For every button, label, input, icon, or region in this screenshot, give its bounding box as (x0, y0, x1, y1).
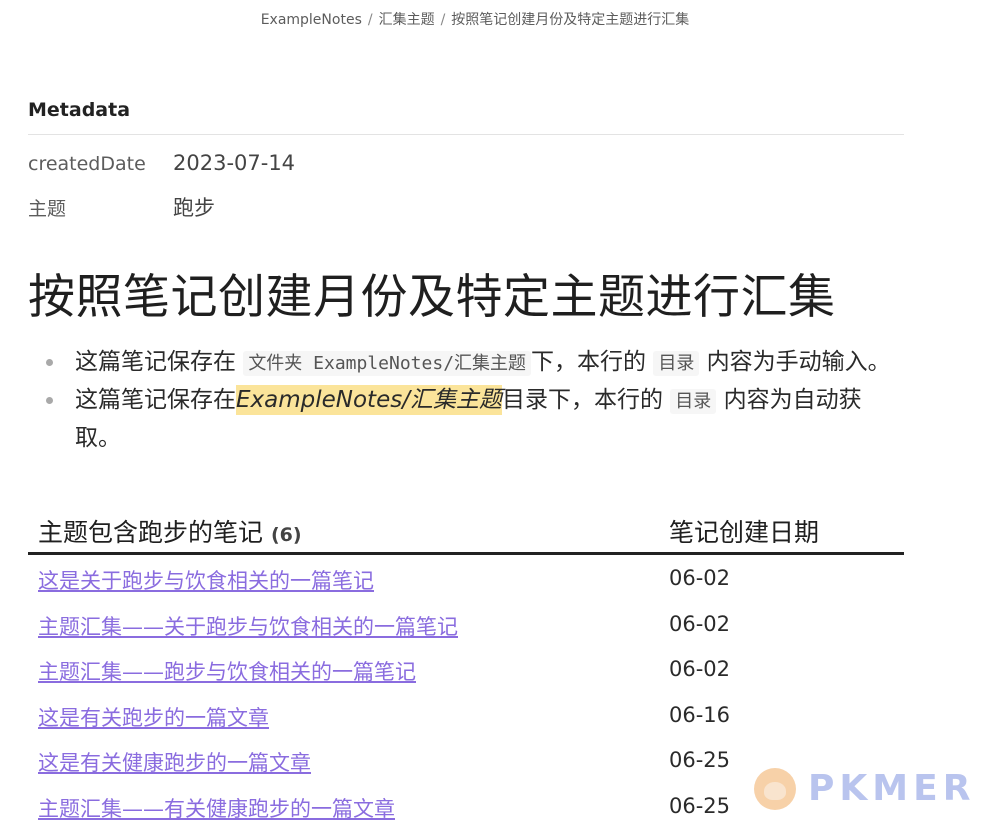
breadcrumb-item-current[interactable]: 按照笔记创建月份及特定主题进行汇集 (451, 12, 689, 28)
breadcrumb-item-folder[interactable]: 汇集主题 (379, 12, 435, 28)
metadata-value[interactable]: 跑步 (173, 192, 215, 222)
list-item: 这篇笔记保存在 文件夹 ExampleNotes/汇集主题 下，本行的 目录 内容… (28, 344, 898, 382)
table-row: 主题汇集——关于跑步与饮食相关的一篇笔记 06-02 (28, 601, 904, 647)
list-item: 这篇笔记保存在ExampleNotes/汇集主题目录下，本行的 目录 内容为自动… (28, 382, 898, 457)
breadcrumb-separator: / (367, 12, 373, 28)
table-row: 这是关于跑步与饮食相关的一篇笔记 06-02 (28, 555, 904, 601)
note-date: 06-25 (669, 748, 731, 773)
note-link[interactable]: 主题汇集——跑步与饮食相关的一篇笔记 (38, 656, 416, 686)
bullet-dot-icon (46, 359, 53, 366)
note-date: 06-16 (669, 702, 731, 727)
result-count: (6) (270, 524, 302, 546)
note-date: 06-02 (669, 657, 731, 682)
watermark-text: PKMER (808, 768, 976, 809)
note-link[interactable]: 主题汇集——有关健康跑步的一篇文章 (38, 793, 395, 823)
metadata-key: 主题 (28, 198, 67, 220)
inline-code: 目录 (670, 389, 717, 414)
breadcrumb-separator: / (440, 12, 446, 28)
metadata-value[interactable]: 2023-07-14 (173, 151, 295, 175)
breadcrumb: ExampleNotes / 汇集主题 / 按照笔记创建月份及特定主题进行汇集 (0, 9, 950, 29)
note-date: 06-02 (669, 611, 731, 636)
table-header: 主题包含跑步的笔记 (6) 笔记创建日期 (28, 505, 904, 555)
table-row: 主题汇集——跑步与饮食相关的一篇笔记 06-02 (28, 646, 904, 692)
inline-code: 目录 (653, 351, 700, 376)
highlighted-text: ExampleNotes/汇集主题 (236, 385, 502, 415)
note-link[interactable]: 这是有关跑步的一篇文章 (38, 702, 269, 732)
bullet-dot-icon (46, 397, 53, 404)
inline-code: 文件夹 ExampleNotes/汇集主题 (243, 351, 532, 376)
note-link[interactable]: 主题汇集——关于跑步与饮食相关的一篇笔记 (38, 611, 458, 641)
metadata-key: createdDate (28, 153, 146, 175)
pkmer-logo-icon (754, 768, 796, 810)
metadata-divider (28, 134, 904, 135)
page-title: 按照笔记创建月份及特定主题进行汇集 (28, 270, 836, 325)
table-row: 这是有关跑步的一篇文章 06-16 (28, 692, 904, 738)
pkmer-watermark: PKMER (750, 760, 970, 820)
note-link[interactable]: 这是有关健康跑步的一篇文章 (38, 747, 311, 777)
note-date: 06-25 (669, 793, 731, 818)
breadcrumb-item-vault[interactable]: ExampleNotes (261, 12, 362, 28)
note-date: 06-02 (669, 566, 731, 590)
column-header-date[interactable]: 笔记创建日期 (669, 513, 819, 549)
column-header-notes[interactable]: 主题包含跑步的笔记 (6) (38, 513, 302, 549)
note-link[interactable]: 这是关于跑步与饮食相关的一篇笔记 (38, 565, 374, 595)
bullet-list: 这篇笔记保存在 文件夹 ExampleNotes/汇集主题 下，本行的 目录 内容… (28, 344, 898, 457)
metadata-heading[interactable]: Metadata (28, 99, 130, 121)
